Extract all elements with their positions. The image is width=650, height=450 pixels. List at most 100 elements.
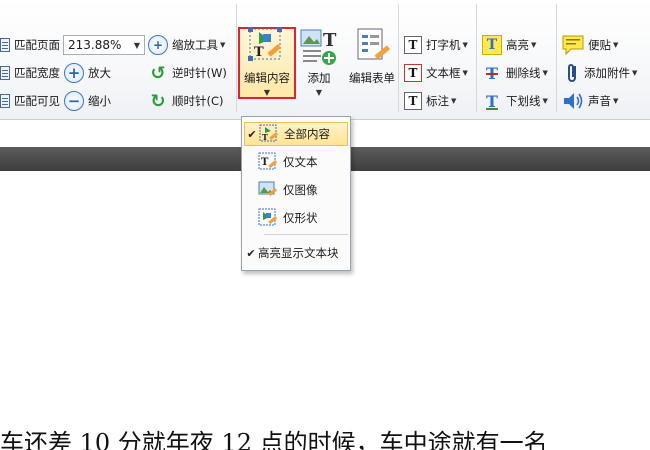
typewriter-label: 打字机	[426, 38, 461, 52]
sticky-note-button[interactable]: 便贴 ▼	[562, 34, 618, 56]
sticky-note-label: 便贴	[588, 38, 611, 52]
fit-visible-icon	[0, 94, 10, 108]
svg-text:T: T	[254, 45, 264, 60]
chevron-down-icon: ▼	[542, 69, 548, 77]
all-content-icon: T	[259, 124, 279, 142]
divider	[236, 4, 237, 112]
menu-item-highlight-text-blocks[interactable]: ✔ 高亮显示文本块	[244, 241, 348, 265]
textbox-button[interactable]: T 文本框 ▼	[404, 62, 468, 84]
rotate-cw-label: 顺时针(C)	[172, 94, 224, 108]
zoom-tool-button[interactable]: + 缩放工具 ▼	[148, 34, 225, 56]
strikeout-icon: T	[486, 63, 498, 83]
chevron-down-icon: ▼	[613, 41, 619, 49]
rotate-ccw-button[interactable]: ↺ 逆时针(W)	[148, 62, 227, 84]
chevron-down-icon: ▼	[263, 88, 271, 97]
fit-page-label: 匹配页面	[14, 38, 60, 52]
chevron-down-icon: ▼	[613, 97, 619, 105]
add-button[interactable]: T 添加 ▼	[297, 26, 341, 97]
ribbon-toolbar: 匹配页面 匹配宽度 匹配可见 213.88% ▼ + 放大 − 缩小 + 缩放工…	[0, 0, 650, 120]
rotate-ccw-label: 逆时针(W)	[172, 66, 227, 80]
strikeout-label: 删除线	[506, 66, 541, 80]
zoom-value: 213.88%	[68, 38, 122, 52]
edit-content-icon: T	[248, 27, 282, 61]
zoom-select[interactable]: 213.88% ▼	[63, 34, 145, 56]
image-only-icon	[258, 181, 278, 197]
sound-button[interactable]: 声音 ▼	[562, 90, 618, 112]
chevron-down-icon[interactable]: ▼	[134, 41, 140, 50]
magnifier-icon: +	[148, 35, 168, 55]
svg-text:T: T	[323, 30, 337, 51]
fit-width-button[interactable]: 匹配宽度	[0, 62, 60, 84]
shape-only-icon	[258, 208, 278, 226]
chevron-down-icon: ▼	[315, 88, 323, 97]
menu-item-text-only[interactable]: T 仅文本	[244, 150, 348, 174]
typewriter-button[interactable]: T 打字机 ▼	[404, 34, 468, 56]
underline-label: 下划线	[506, 94, 541, 108]
speaker-icon	[564, 93, 583, 109]
fit-page-button[interactable]: 匹配页面	[0, 34, 60, 56]
chevron-down-icon: ▼	[462, 69, 468, 77]
attach-file-button[interactable]: 添加附件 ▼	[566, 62, 637, 84]
add-icon: T	[300, 29, 337, 65]
add-label: 添加	[307, 71, 331, 85]
zoom-in-button[interactable]: + 放大	[64, 62, 111, 84]
divider	[476, 4, 477, 112]
menu-item-label: 高亮显示文本块	[258, 246, 339, 260]
underline-icon: T	[486, 91, 498, 111]
textbox-icon: T	[404, 64, 422, 82]
highlight-button[interactable]: T 高亮 ▼	[482, 34, 536, 56]
edit-form-label: 编辑表单	[349, 71, 395, 85]
chevron-down-icon: ▼	[542, 97, 548, 105]
edit-content-menu: ✔ T 全部内容 T 仅文本 仅图像 仅形状 ✔ 高亮显示文本块	[241, 116, 351, 271]
chevron-down-icon: ▼	[632, 69, 638, 77]
zoom-out-icon: −	[64, 91, 84, 111]
chevron-down-icon: ▼	[531, 41, 537, 49]
fit-width-icon	[0, 66, 10, 80]
attach-file-label: 添加附件	[584, 66, 630, 80]
menu-item-image-only[interactable]: 仅图像	[244, 178, 348, 202]
typewriter-icon: T	[404, 36, 422, 54]
callout-label: 标注	[426, 94, 449, 108]
fit-visible-button[interactable]: 匹配可见	[0, 90, 60, 112]
edit-form-button[interactable]: 编辑表单	[345, 26, 399, 86]
zoom-in-icon: +	[64, 63, 84, 83]
menu-item-shape-only[interactable]: 仅形状	[244, 206, 348, 230]
check-icon: ✔	[247, 127, 257, 141]
fit-visible-label: 匹配可见	[14, 94, 60, 108]
chevron-down-icon: ▼	[462, 41, 468, 49]
strikeout-button[interactable]: T 删除线 ▼	[482, 62, 548, 84]
chevron-down-icon: ▼	[220, 41, 226, 49]
textbox-label: 文本框	[426, 66, 461, 80]
menu-item-all-content[interactable]: ✔ T 全部内容	[244, 122, 348, 146]
svg-text:T: T	[262, 132, 268, 142]
menu-divider	[264, 234, 348, 235]
zoom-out-label: 缩小	[88, 94, 111, 108]
highlight-icon: T	[482, 35, 502, 55]
rotate-left-icon: ↺	[150, 62, 166, 84]
zoom-field[interactable]: 213.88% ▼	[63, 35, 145, 55]
zoom-in-label: 放大	[88, 66, 111, 80]
rotate-cw-button[interactable]: ↻ 顺时针(C)	[148, 90, 224, 112]
chevron-down-icon: ▼	[451, 97, 457, 105]
highlight-label: 高亮	[506, 38, 529, 52]
divider	[556, 4, 557, 112]
rotate-right-icon: ↻	[150, 90, 166, 112]
edit-content-button[interactable]: T 编辑内容 ▼	[238, 26, 296, 97]
check-icon: ✔	[246, 246, 256, 260]
underline-button[interactable]: T 下划线 ▼	[482, 90, 548, 112]
callout-button[interactable]: T 标注 ▼	[404, 90, 456, 112]
menu-item-label: 仅文本	[283, 155, 318, 169]
fit-width-label: 匹配宽度	[14, 66, 60, 80]
zoom-out-button[interactable]: − 缩小	[64, 90, 111, 112]
document-text-line: 车还差 10 分就年夜 12 点的时候，车中途就有一名	[0, 429, 548, 450]
menu-item-label: 仅图像	[283, 183, 318, 197]
sound-label: 声音	[588, 94, 611, 108]
text-only-icon: T	[258, 152, 278, 170]
sticky-note-icon	[562, 35, 584, 55]
callout-icon: T	[404, 92, 422, 110]
fit-page-icon	[0, 38, 10, 52]
svg-text:T: T	[261, 157, 269, 168]
paperclip-icon	[568, 64, 576, 82]
zoom-tool-label: 缩放工具	[172, 38, 218, 52]
divider	[398, 4, 399, 112]
